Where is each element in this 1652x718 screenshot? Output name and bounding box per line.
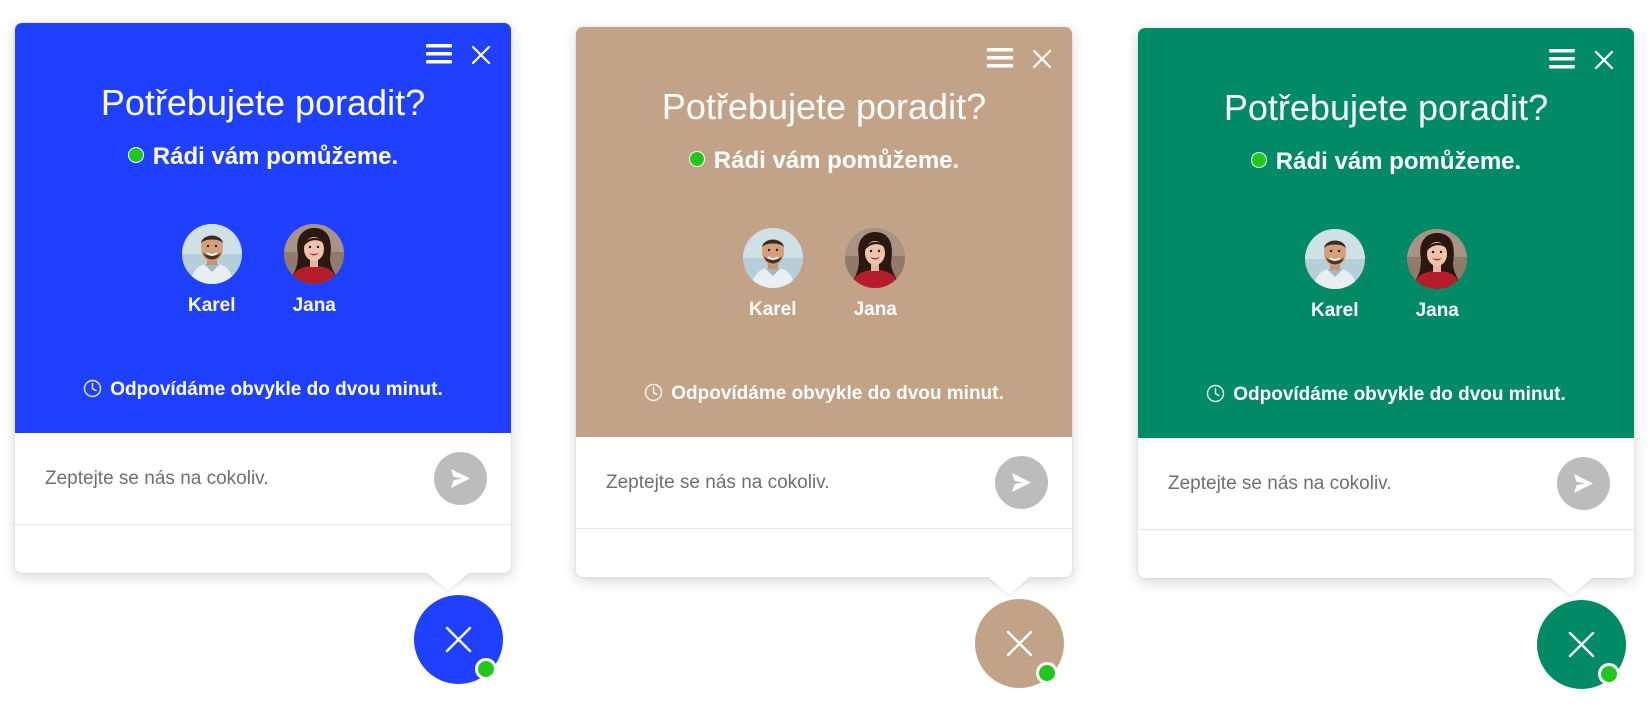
close-icon[interactable] xyxy=(1031,48,1053,70)
chat-title: Potřebujete poradit? xyxy=(661,86,987,127)
agent-list: Karel Jana xyxy=(15,224,511,317)
man-avatar xyxy=(742,228,803,288)
agent-karel: Karel xyxy=(742,228,804,321)
woman-avatar xyxy=(845,228,906,288)
chat-title: Potřebujete poradit? xyxy=(1223,87,1549,128)
agent-list: Karel Jana xyxy=(576,228,1072,321)
agent-karel: Karel xyxy=(181,224,243,317)
message-composer xyxy=(1138,438,1634,530)
send-button[interactable] xyxy=(1557,457,1610,510)
response-time-line: Odpovídáme obvykle do dvou minut. xyxy=(576,383,1072,405)
status-text: Rádi vám pomůžeme. xyxy=(713,147,960,174)
status-line: Rádi vám pomůžeme. xyxy=(1138,148,1634,176)
response-time-text: Odpovídáme obvykle do dvou minut. xyxy=(1233,384,1566,405)
send-button[interactable] xyxy=(995,456,1048,509)
chat-header: Potřebujete poradit? Rádi vám pomůžeme. xyxy=(1138,28,1634,438)
close-icon[interactable] xyxy=(1593,49,1615,71)
agent-karel: Karel xyxy=(1304,229,1366,322)
online-status-dot xyxy=(688,151,705,167)
man-avatar xyxy=(1304,229,1365,289)
agent-jana: Jana xyxy=(844,228,906,321)
online-status-dot xyxy=(1250,152,1267,168)
launcher-close-icon xyxy=(1006,630,1033,657)
agent-name-jana: Jana xyxy=(292,295,336,316)
chat-title: Potřebujete poradit? xyxy=(100,82,426,123)
chat-widget-1: Potřebujete poradit? Rádi vám pomůžeme. xyxy=(15,23,511,713)
chat-panel: Potřebujete poradit? Rádi vám pomůžeme. xyxy=(15,23,511,573)
response-time-text: Odpovídáme obvykle do dvou minut. xyxy=(110,379,443,400)
message-input[interactable] xyxy=(43,457,427,501)
launcher-button[interactable] xyxy=(975,599,1064,688)
message-composer xyxy=(576,437,1072,529)
chat-panel: Potřebujete poradit? Rádi vám pomůžeme. xyxy=(1138,28,1634,578)
close-icon[interactable] xyxy=(470,44,492,66)
panel-pointer xyxy=(1550,578,1592,596)
send-icon xyxy=(451,469,470,488)
launcher-online-dot xyxy=(475,658,497,680)
launcher-online-dot xyxy=(1036,662,1058,684)
status-line: Rádi vám pomůžeme. xyxy=(576,147,1072,175)
woman-avatar xyxy=(1407,229,1468,289)
status-line: Rádi vám pomůžeme. xyxy=(15,143,511,171)
agent-jana: Jana xyxy=(283,224,345,317)
clock-icon xyxy=(84,379,102,397)
agent-name-jana: Jana xyxy=(853,299,897,320)
agent-name-jana: Jana xyxy=(1415,300,1459,321)
message-input[interactable] xyxy=(604,461,988,505)
chat-header: Potřebujete poradit? Rádi vám pomůžeme. xyxy=(576,27,1072,437)
launcher-close-icon xyxy=(1568,631,1595,658)
agent-name-karel: Karel xyxy=(749,299,797,320)
panel-pointer xyxy=(988,577,1030,595)
response-time-line: Odpovídáme obvykle do dvou minut. xyxy=(1138,384,1634,406)
chat-widget-3: Potřebujete poradit? Rádi vám pomůžeme. xyxy=(1138,28,1634,718)
menu-icon[interactable] xyxy=(1547,47,1577,71)
clock-icon xyxy=(1207,384,1225,402)
launcher-online-dot xyxy=(1598,663,1620,685)
agent-name-karel: Karel xyxy=(1311,300,1359,321)
send-icon xyxy=(1012,473,1031,492)
status-text: Rádi vám pomůžeme. xyxy=(152,143,399,170)
chat-panel: Potřebujete poradit? Rádi vám pomůžeme. xyxy=(576,27,1072,577)
response-time-line: Odpovídáme obvykle do dvou minut. xyxy=(15,379,511,401)
agent-jana: Jana xyxy=(1406,229,1468,322)
agent-list: Karel Jana xyxy=(1138,229,1634,322)
launcher-button[interactable] xyxy=(1537,600,1626,689)
message-composer xyxy=(15,433,511,525)
menu-icon[interactable] xyxy=(985,46,1015,70)
chat-widget-2: Potřebujete poradit? Rádi vám pomůžeme. xyxy=(576,27,1072,717)
woman-avatar xyxy=(284,224,345,284)
online-status-dot xyxy=(127,147,144,163)
response-time-text: Odpovídáme obvykle do dvou minut. xyxy=(671,383,1004,404)
chat-header: Potřebujete poradit? Rádi vám pomůžeme. xyxy=(15,23,511,433)
agent-name-karel: Karel xyxy=(188,295,236,316)
launcher-button[interactable] xyxy=(414,595,503,684)
menu-icon[interactable] xyxy=(424,42,454,66)
status-text: Rádi vám pomůžeme. xyxy=(1275,148,1522,175)
launcher-close-icon xyxy=(445,626,472,653)
clock-icon xyxy=(645,383,663,401)
send-button[interactable] xyxy=(434,452,487,505)
message-input[interactable] xyxy=(1166,462,1550,506)
panel-pointer xyxy=(427,573,469,591)
man-avatar xyxy=(181,224,242,284)
send-icon xyxy=(1574,474,1593,493)
